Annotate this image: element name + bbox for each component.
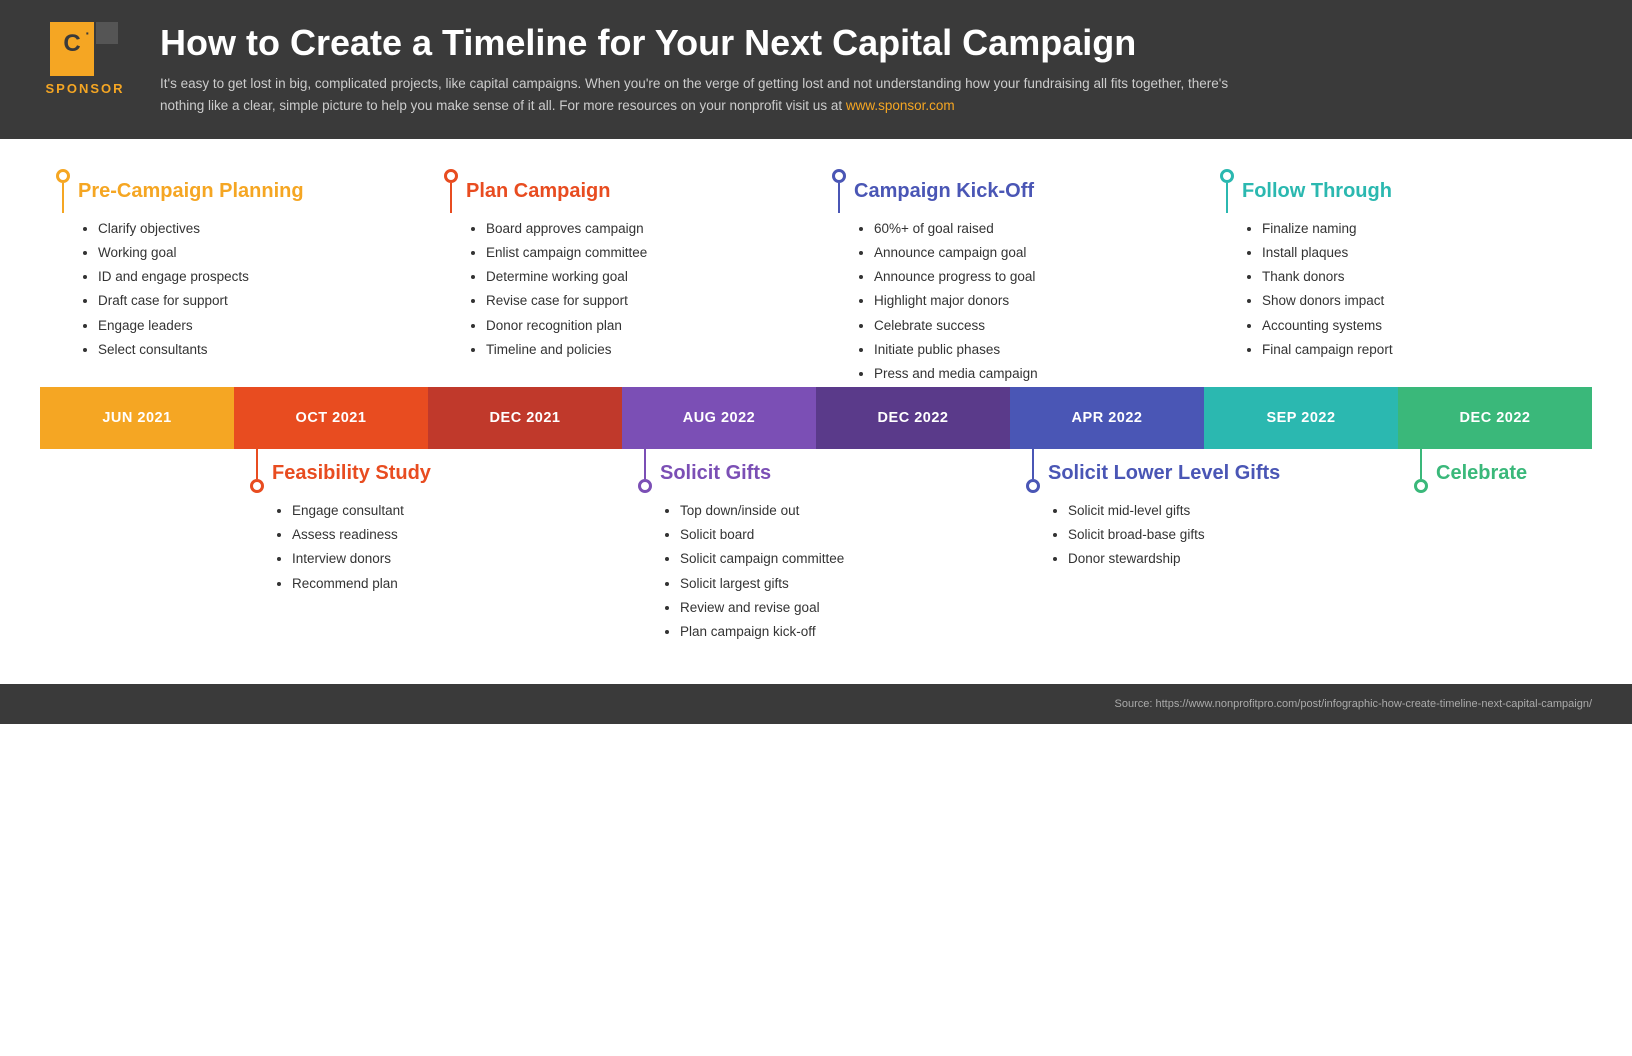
timeline-segment-8: DEC 2022	[1398, 387, 1592, 449]
vline-plan-campaign	[450, 183, 452, 213]
circle-celebrate	[1414, 479, 1428, 493]
phase-feasibility: Feasibility Study Engage consultant Asse…	[234, 449, 622, 645]
timeline-segment-1: JUN 2021	[40, 387, 234, 449]
timeline-segment-2: OCT 2021	[234, 387, 428, 449]
phase-title-plan-campaign: Plan Campaign	[466, 179, 806, 203]
circle-pre-campaign	[56, 169, 70, 183]
phase-title-celebrate: Celebrate	[1436, 461, 1582, 485]
vline-solicit-lower	[1032, 449, 1034, 479]
circle-solicit-lower	[1026, 479, 1040, 493]
footer: Source: https://www.nonprofitpro.com/pos…	[0, 684, 1632, 724]
page-title: How to Create a Timeline for Your Next C…	[160, 22, 1592, 63]
header: C · SPONSOR How to Create a Timeline for…	[0, 0, 1632, 139]
vline-feasibility	[256, 449, 258, 479]
circle-plan-campaign	[444, 169, 458, 183]
main-content: Pre-Campaign Planning Clarify objectives…	[0, 139, 1632, 665]
vline-solicit-gifts	[644, 449, 646, 479]
website-link[interactable]: www.sponsor.com	[846, 98, 955, 113]
phase-items-solicit-gifts: Top down/inside out Solicit board Solici…	[660, 499, 1000, 645]
phase-title-pre-campaign: Pre-Campaign Planning	[78, 179, 418, 203]
phase-title-kickoff: Campaign Kick-Off	[854, 179, 1194, 203]
phase-items-feasibility: Engage consultant Assess readiness Inter…	[272, 499, 612, 596]
phase-pre-campaign: Pre-Campaign Planning Clarify objectives…	[40, 169, 428, 387]
phase-items-pre-campaign: Clarify objectives Working goal ID and e…	[78, 217, 418, 363]
vline-kickoff	[838, 183, 840, 213]
header-content: How to Create a Timeline for Your Next C…	[160, 22, 1592, 117]
logo-label: SPONSOR	[45, 81, 124, 96]
timeline-segment-6: APR 2022	[1010, 387, 1204, 449]
logo-icon: C ·	[50, 22, 120, 77]
timeline-layout: Pre-Campaign Planning Clarify objectives…	[40, 169, 1592, 645]
phase-solicit-lower: Solicit Lower Level Gifts Solicit mid-le…	[1010, 449, 1398, 645]
circle-feasibility	[250, 479, 264, 493]
phase-title-solicit-gifts: Solicit Gifts	[660, 461, 1000, 485]
phase-solicit-gifts: Solicit Gifts Top down/inside out Solici…	[622, 449, 1010, 645]
header-description: It's easy to get lost in big, complicate…	[160, 73, 1260, 116]
footer-source: Source: https://www.nonprofitpro.com/pos…	[40, 698, 1592, 710]
bottom-col-empty	[40, 449, 234, 645]
phase-items-plan-campaign: Board approves campaign Enlist campaign …	[466, 217, 806, 363]
timeline-segment-5: DEC 2022	[816, 387, 1010, 449]
circle-solicit-gifts	[638, 479, 652, 493]
phase-title-follow-through: Follow Through	[1242, 179, 1582, 203]
circle-kickoff	[832, 169, 846, 183]
timeline-segment-7: SEP 2022	[1204, 387, 1398, 449]
logo: C · SPONSOR	[40, 22, 130, 96]
phase-items-follow-through: Finalize naming Install plaques Thank do…	[1242, 217, 1582, 363]
timeline-segment-3: DEC 2021	[428, 387, 622, 449]
circle-follow-through	[1220, 169, 1234, 183]
phase-items-solicit-lower: Solicit mid-level gifts Solicit broad-ba…	[1048, 499, 1388, 572]
vline-celebrate	[1420, 449, 1422, 479]
vline-follow-through	[1226, 183, 1228, 213]
phase-campaign-kickoff: Campaign Kick-Off 60%+ of goal raised An…	[816, 169, 1204, 387]
phase-title-solicit-lower: Solicit Lower Level Gifts	[1048, 461, 1388, 485]
phase-follow-through: Follow Through Finalize naming Install p…	[1204, 169, 1592, 387]
phase-title-feasibility: Feasibility Study	[272, 461, 612, 485]
vline-pre-campaign	[62, 183, 64, 213]
phase-plan-campaign: Plan Campaign Board approves campaign En…	[428, 169, 816, 387]
phase-celebrate: Celebrate	[1398, 449, 1592, 645]
timeline-bar: JUN 2021 OCT 2021 DEC 2021 AUG 2022 DEC …	[40, 387, 1592, 449]
phase-items-kickoff: 60%+ of goal raised Announce campaign go…	[854, 217, 1194, 387]
timeline-segment-4: AUG 2022	[622, 387, 816, 449]
